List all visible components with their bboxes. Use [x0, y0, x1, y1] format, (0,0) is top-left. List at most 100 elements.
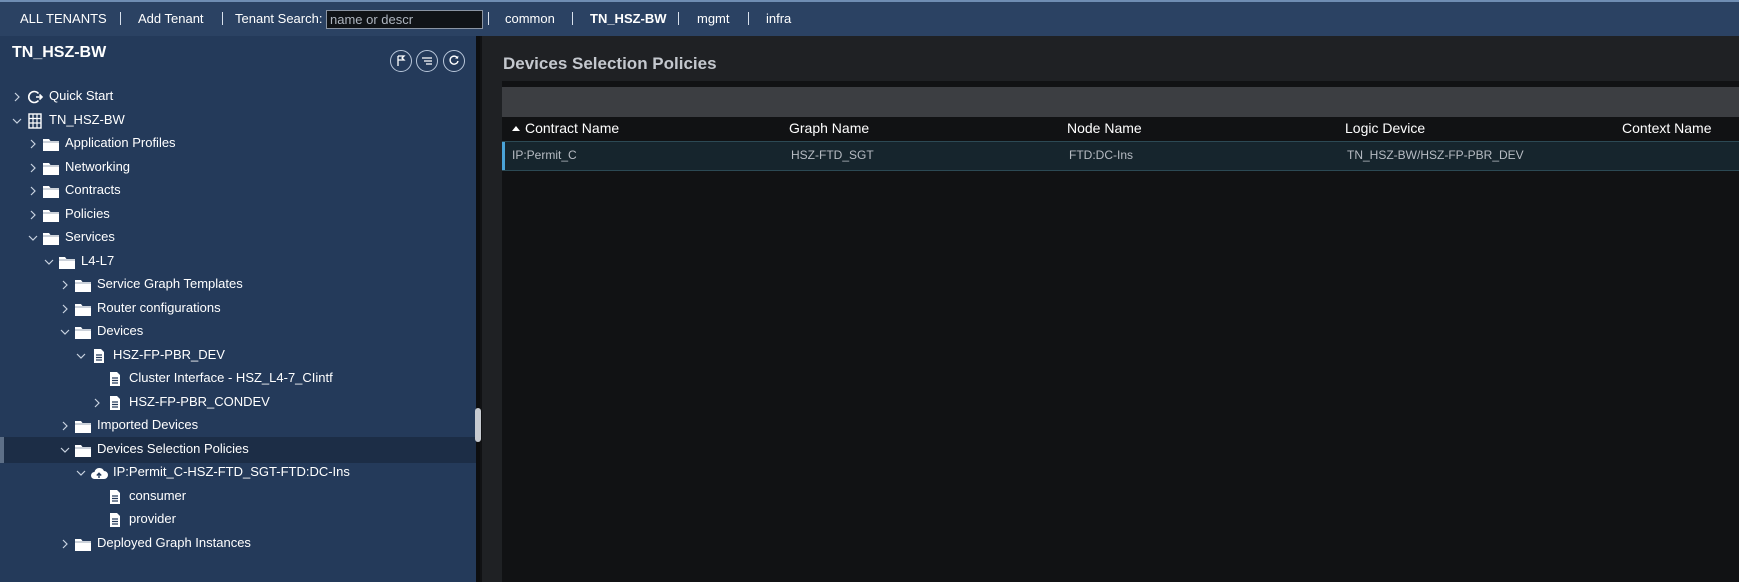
- tab-mgmt[interactable]: mgmt: [697, 2, 730, 36]
- chevron-right-icon[interactable]: [60, 279, 70, 291]
- page-title: Devices Selection Policies: [503, 54, 717, 73]
- chevron-right-icon[interactable]: [28, 185, 38, 197]
- tenant-search-label: Tenant Search:: [235, 11, 323, 26]
- tree-item[interactable]: Contracts: [0, 178, 476, 204]
- tree-item[interactable]: HSZ-FP-PBR_DEV: [0, 343, 476, 369]
- tab-infra[interactable]: infra: [766, 2, 791, 36]
- cell-logic-device: TN_HSZ-BW/HSZ-FP-PBR_DEV: [1347, 148, 1524, 162]
- tree-item[interactable]: Quick Start: [0, 84, 476, 110]
- chevron-right-icon[interactable]: [28, 209, 38, 221]
- column-header-logic-device[interactable]: Logic Device: [1345, 120, 1425, 136]
- tree-item[interactable]: Router configurations: [0, 296, 476, 322]
- folder-icon: [75, 444, 91, 457]
- bookmark-button[interactable]: [390, 50, 412, 72]
- tenant-title: TN_HSZ-BW: [12, 44, 107, 61]
- chevron-down-icon[interactable]: [76, 467, 86, 479]
- chevron-down-icon[interactable]: [60, 444, 70, 456]
- chevron-down-icon[interactable]: [44, 256, 54, 268]
- cloud-upload-icon: [91, 467, 108, 479]
- chevron-right-icon[interactable]: [60, 303, 70, 315]
- tenant-top-bar: ALL TENANTS Add Tenant Tenant Search: co…: [0, 0, 1739, 36]
- tree-item-label: L4-L7: [81, 252, 115, 268]
- chevron-right-icon[interactable]: [12, 91, 22, 103]
- folder-icon: [59, 256, 75, 269]
- bookmark-icon: [397, 55, 406, 66]
- tree-item-label: TN_HSZ-BW: [49, 111, 125, 127]
- filter-button[interactable]: [416, 50, 438, 72]
- navigation-sidebar: TN_HSZ-BW Quick Start TN_HSZ-BW Applicatio…: [0, 36, 476, 582]
- collapse-handle[interactable]: [475, 408, 481, 442]
- table-row[interactable]: IP:Permit_C HSZ-FTD_SGT FTD:DC-Ins TN_HS…: [502, 141, 1739, 171]
- tree-item[interactable]: IP:Permit_C-HSZ-FTD_SGT-FTD:DC-Ins: [0, 460, 476, 486]
- tree-item[interactable]: TN_HSZ-BW: [0, 108, 476, 134]
- refresh-button[interactable]: [443, 50, 465, 72]
- tree-item[interactable]: Services: [0, 225, 476, 251]
- tree-item-label: Cluster Interface - HSZ_L4-7_CIintf: [129, 370, 333, 385]
- tree-item[interactable]: Devices: [0, 319, 476, 345]
- folder-icon: [43, 209, 59, 222]
- folder-icon: [75, 303, 91, 316]
- main-content: Devices Selection Policies Contract Name…: [482, 36, 1739, 582]
- tree-item[interactable]: L4-L7: [0, 249, 476, 275]
- tree-item-label: Policies: [65, 205, 110, 221]
- all-tenants-link[interactable]: ALL TENANTS: [20, 2, 107, 36]
- tree-item-label: Application Profiles: [65, 135, 176, 150]
- tree-item[interactable]: Imported Devices: [0, 413, 476, 439]
- chevron-down-icon[interactable]: [28, 232, 38, 244]
- tree-item-label: HSZ-FP-PBR_CONDEV: [129, 393, 270, 409]
- pane-divider: [476, 36, 480, 582]
- table-toolbar: [502, 87, 1739, 117]
- column-header-context-name[interactable]: Context Name: [1622, 120, 1711, 136]
- cell-contract-name: IP:Permit_C: [512, 148, 577, 162]
- tree-item[interactable]: Networking: [0, 155, 476, 181]
- tree-item-label: Quick Start: [49, 88, 114, 103]
- folder-icon: [75, 421, 91, 433]
- document-icon: [94, 348, 104, 363]
- document-icon: [110, 372, 120, 386]
- tree-item-label: Contracts: [65, 182, 121, 197]
- sort-ascending-icon[interactable]: [512, 126, 520, 131]
- folder-icon: [43, 186, 59, 198]
- chevron-right-icon[interactable]: [60, 420, 70, 432]
- chevron-down-icon[interactable]: [60, 326, 70, 338]
- add-tenant-link[interactable]: Add Tenant: [138, 2, 204, 36]
- tab-tn-hsz-bw[interactable]: TN_HSZ-BW: [590, 2, 667, 36]
- tree-item-label: Router configurations: [97, 299, 221, 315]
- filter-list-icon: [422, 57, 432, 65]
- column-header-contract-name[interactable]: Contract Name: [525, 120, 619, 136]
- separator: [120, 12, 121, 25]
- tree-item[interactable]: Application Profiles: [0, 131, 476, 157]
- chevron-right-icon[interactable]: [60, 538, 70, 550]
- cell-graph-name: HSZ-FTD_SGT: [791, 148, 874, 162]
- tree-item-label: consumer: [129, 487, 187, 503]
- separator: [572, 12, 573, 25]
- chevron-down-icon[interactable]: [76, 350, 86, 362]
- tree-item[interactable]: Service Graph Templates: [0, 272, 476, 298]
- tree-item[interactable]: Policies: [0, 202, 476, 228]
- folder-icon: [75, 327, 91, 339]
- tree-item-label: Services: [65, 229, 115, 244]
- tree-item-label: Devices: [97, 323, 144, 338]
- separator: [678, 12, 679, 25]
- folder-icon: [75, 280, 91, 292]
- tree-item-label: provider: [129, 511, 176, 526]
- tenant-search-input[interactable]: [326, 10, 483, 29]
- cell-node-name: FTD:DC-Ins: [1069, 148, 1133, 162]
- row-selection-marker: [502, 142, 505, 170]
- tree-item[interactable]: HSZ-FP-PBR_CONDEV: [0, 390, 476, 416]
- tree-item[interactable]: Deployed Graph Instances: [0, 531, 476, 557]
- chevron-down-icon[interactable]: [12, 115, 22, 127]
- chevron-right-icon[interactable]: [28, 162, 38, 174]
- chevron-right-icon[interactable]: [92, 397, 102, 409]
- folder-icon: [75, 538, 91, 551]
- chevron-right-icon[interactable]: [28, 138, 38, 150]
- column-header-node-name[interactable]: Node Name: [1067, 120, 1142, 136]
- tree-item[interactable]: consumer: [0, 484, 476, 510]
- column-header-graph-name[interactable]: Graph Name: [789, 120, 869, 136]
- tree-item[interactable]: Cluster Interface - HSZ_L4-7_CIintf: [0, 366, 476, 392]
- tree-item-label: Networking: [65, 158, 131, 174]
- tab-common[interactable]: common: [505, 2, 555, 36]
- tree-item[interactable]: Devices Selection Policies: [0, 436, 476, 463]
- separator: [488, 12, 489, 25]
- tree-item[interactable]: provider: [0, 507, 476, 533]
